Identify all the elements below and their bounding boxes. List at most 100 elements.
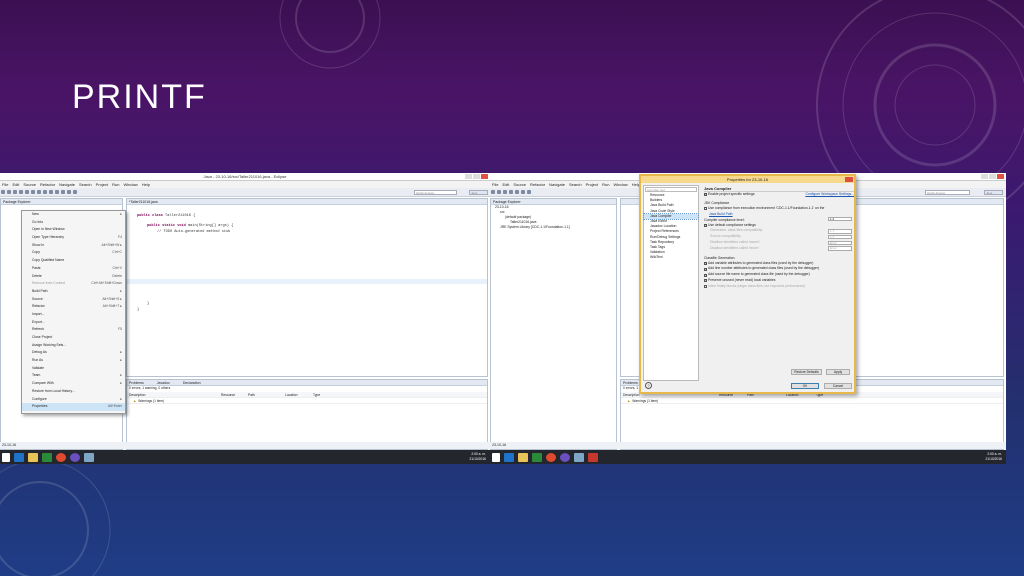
menu-item-import[interactable]: Import... [22, 311, 125, 319]
close-button[interactable] [997, 174, 1004, 179]
code-line-class[interactable]: public class Taller211016 { [127, 213, 487, 219]
menu-item-copy[interactable]: Copy Ctrl+C [22, 249, 125, 257]
menu-item-new[interactable]: New ▸ [22, 211, 125, 219]
file-explorer-icon[interactable] [518, 452, 528, 462]
menu-item-go-into[interactable]: Go Into [22, 219, 125, 227]
windows-start-icon[interactable] [2, 452, 10, 462]
menu-item-remove-from-context[interactable]: Remove from Context Ctrl+Alt+Shift+Down [22, 280, 125, 288]
menu-item-build-path[interactable]: Build Path ▸ [22, 288, 125, 296]
debug-icon[interactable] [509, 190, 513, 194]
menu-item-open-new-window[interactable]: Open in New Window [22, 226, 125, 234]
edge-icon[interactable] [504, 452, 514, 462]
menu-source[interactable]: Source [513, 181, 526, 188]
windows-start-icon[interactable] [492, 452, 500, 462]
system-tray-clock[interactable]: 2:00 a. m. 21/10/2016 [469, 452, 486, 462]
eclipse-icon[interactable] [560, 452, 570, 462]
menu-item-close-project[interactable]: Close Project [22, 334, 125, 342]
quick-access-input[interactable]: Quick Access [414, 190, 457, 195]
col-description[interactable]: Description [127, 392, 219, 397]
tab-problems[interactable]: Problems [129, 381, 144, 385]
menu-item-source[interactable]: Source Alt+Shift+S ▸ [22, 296, 125, 304]
menu-item-run-as[interactable]: Run As ▸ [22, 357, 125, 365]
minimize-button[interactable] [465, 174, 472, 179]
new-class-icon[interactable] [49, 190, 53, 194]
save-icon[interactable] [7, 190, 11, 194]
gen-class-select[interactable]: 1.7 [828, 229, 852, 234]
powerpoint-icon[interactable] [588, 452, 598, 462]
minimize-button[interactable] [981, 174, 988, 179]
debug-icon[interactable] [19, 190, 23, 194]
search-icon[interactable] [61, 190, 65, 194]
menu-item-refresh[interactable]: Refresh F5 [22, 326, 125, 334]
forward-icon[interactable] [73, 190, 77, 194]
search-icon[interactable] [527, 190, 531, 194]
menu-window[interactable]: Window [123, 181, 137, 188]
menu-project[interactable]: Project [96, 181, 108, 188]
menu-file[interactable]: File [492, 181, 498, 188]
run-icon[interactable] [25, 190, 29, 194]
table-row[interactable]: ▲ Warnings (1 item) [621, 398, 1003, 404]
nav-wikitext[interactable]: WikiText [644, 255, 698, 260]
col-path[interactable]: Path [246, 392, 283, 397]
new-package-icon[interactable] [43, 190, 47, 194]
print-icon[interactable] [13, 190, 17, 194]
file-explorer-icon[interactable] [28, 452, 38, 462]
menu-item-show-in[interactable]: Show In Alt+Shift+W ▸ [22, 242, 125, 250]
new-icon[interactable] [1, 190, 5, 194]
java-perspective-button[interactable]: Java [469, 190, 488, 195]
menu-project[interactable]: Project [586, 181, 598, 188]
excel-icon[interactable] [532, 452, 542, 462]
editor-tab[interactable]: *Taller211016.java [127, 199, 487, 205]
tab-declaration[interactable]: Declaration [183, 381, 201, 385]
menu-edit[interactable]: Edit [12, 181, 19, 188]
new-icon[interactable] [491, 190, 495, 194]
menu-navigate[interactable]: Navigate [59, 181, 75, 188]
menu-item-paste[interactable]: Paste Ctrl+V [22, 265, 125, 273]
menu-item-restore-local-history[interactable]: Restore from Local History... [22, 388, 125, 396]
menu-search[interactable]: Search [569, 181, 582, 188]
opt-inline-finally-checkbox[interactable]: ✓ Inline finally blocks (larger class fil… [704, 284, 854, 290]
menu-edit[interactable]: Edit [502, 181, 509, 188]
app-icon[interactable] [84, 452, 94, 462]
compliance-level-select[interactable]: 1.2 [828, 216, 852, 222]
new-java-project-icon[interactable] [37, 190, 41, 194]
menu-item-refactor[interactable]: Refactor Alt+Shift+T ▸ [22, 303, 125, 311]
filter-input[interactable]: type filter text [645, 187, 697, 192]
package-explorer-tab[interactable]: Package Explorer [1, 199, 122, 205]
code-line-comment[interactable]: // TODO Auto-generated method stub [127, 229, 487, 235]
chrome-icon[interactable] [546, 452, 556, 462]
open-type-icon[interactable] [55, 190, 59, 194]
apply-button[interactable]: Apply [826, 369, 850, 375]
run-icon[interactable] [515, 190, 519, 194]
print-icon[interactable] [503, 190, 507, 194]
menu-item-copy-qualified-name[interactable]: Copy Qualified Name [22, 257, 125, 265]
table-row[interactable]: ▲ Warnings (1 item) [127, 398, 487, 404]
menu-window[interactable]: Window [613, 181, 627, 188]
new-class-icon[interactable] [521, 190, 525, 194]
excel-icon[interactable] [42, 452, 52, 462]
col-type[interactable]: Type [311, 392, 341, 397]
quick-access-input[interactable]: Quick Access [925, 190, 970, 195]
edge-icon[interactable] [14, 452, 24, 462]
source-compat-select[interactable]: 1.7 [828, 234, 852, 240]
menu-help[interactable]: Help [142, 181, 150, 188]
code-line-close-class[interactable]: } [127, 307, 487, 313]
enable-specific-checkbox[interactable]: ✓ Enable project specific settings Config… [704, 192, 854, 198]
system-tray-clock[interactable]: 2:00 a. m. 21/10/2016 [985, 452, 1002, 462]
menu-search[interactable]: Search [79, 181, 92, 188]
maximize-button[interactable] [473, 174, 480, 179]
help-icon[interactable]: ? [645, 382, 652, 389]
restore-defaults-button[interactable]: Restore Defaults [791, 369, 822, 375]
java-perspective-button[interactable]: Java [984, 190, 1003, 195]
menu-item-configure[interactable]: Configure ▸ [22, 396, 125, 404]
save-icon[interactable] [497, 190, 501, 194]
close-button[interactable] [481, 174, 488, 179]
menu-item-debug-as[interactable]: Debug As ▸ [22, 349, 125, 357]
external-tools-icon[interactable] [31, 190, 35, 194]
disallow-enum-select[interactable]: Error [828, 246, 852, 251]
menu-item-compare-with[interactable]: Compare With ▸ [22, 380, 125, 388]
menu-refactor[interactable]: Refactor [40, 181, 55, 188]
col-location[interactable]: Location [283, 392, 311, 397]
ok-button[interactable]: OK [791, 383, 819, 389]
app-icon[interactable] [574, 452, 584, 462]
